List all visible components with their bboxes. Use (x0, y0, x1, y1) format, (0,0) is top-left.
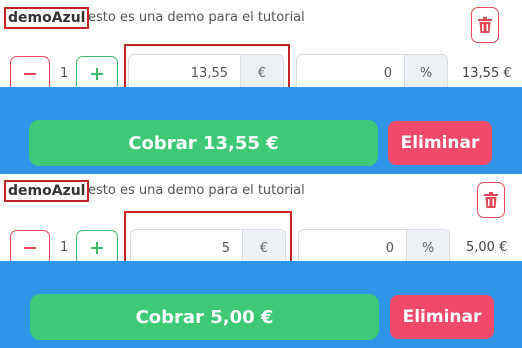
delete-button[interactable]: Eliminar (388, 121, 492, 165)
product-name: demoAzul (4, 180, 90, 202)
product-card: demoAzul esto es una demo para el tutori… (0, 174, 522, 278)
delete-item-button[interactable] (477, 182, 505, 218)
plus-icon (91, 242, 103, 254)
delete-item-button[interactable] (471, 7, 499, 43)
delete-button[interactable]: Eliminar (390, 295, 494, 339)
product-description: esto es una demo para el tutorial (88, 10, 305, 25)
item-total: 5,00 € (466, 240, 508, 255)
plus-icon (91, 68, 103, 80)
charge-button[interactable]: Cobrar 13,55 € (29, 120, 378, 166)
quantity-value: 1 (60, 66, 69, 81)
charge-button[interactable]: Cobrar 5,00 € (30, 294, 379, 340)
minus-icon (24, 247, 36, 249)
product-name: demoAzul (4, 7, 90, 29)
item-total: 13,55 € (462, 66, 512, 81)
quantity-value: 1 (60, 240, 69, 255)
product-card: demoAzul esto es una demo para el tutori… (0, 0, 522, 102)
action-bar: Cobrar 5,00 € Eliminar (0, 261, 522, 348)
product-description: esto es una demo para el tutorial (88, 183, 305, 198)
trash-icon (484, 192, 498, 208)
minus-icon (24, 73, 36, 75)
trash-icon (478, 17, 492, 33)
action-bar: Cobrar 13,55 € Eliminar (0, 87, 522, 174)
